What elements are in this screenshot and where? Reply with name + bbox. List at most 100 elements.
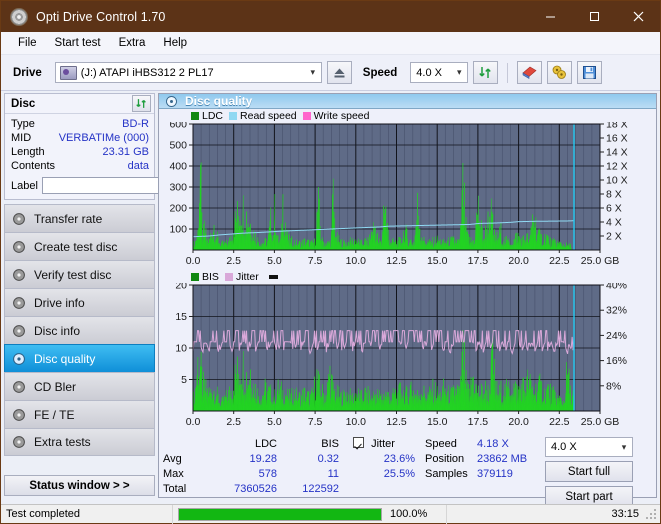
disc-icon xyxy=(12,435,26,449)
speed-select[interactable]: 4.0 X ▾ xyxy=(410,62,469,83)
sidebar-item-verify-test-disc[interactable]: Verify test disc xyxy=(4,260,155,288)
app-disc-icon xyxy=(10,7,28,26)
disc-row-key: MID xyxy=(11,132,32,144)
stats-header-ldc: LDC xyxy=(254,438,277,450)
svg-text:20.0: 20.0 xyxy=(508,416,529,428)
main-body: Disc Type BD-R MID VERBATIMe (000) Lengt… xyxy=(1,91,660,507)
svg-text:20: 20 xyxy=(175,283,187,292)
disc-label-row: Label xyxy=(11,176,245,195)
stats-col-ldc: LDC 19.28 578 7360526 xyxy=(209,437,277,507)
sidebar-item-disc-info[interactable]: Disc info xyxy=(4,316,155,344)
sidebar-item-drive-info[interactable]: Drive info xyxy=(4,288,155,316)
ldc-chart-container: LDC Read speed Write speed 100 200 300 400 5… xyxy=(159,109,656,270)
menu-item-extra[interactable]: Extra xyxy=(110,35,155,51)
disc-icon xyxy=(12,380,26,394)
save-button[interactable] xyxy=(577,61,603,84)
content-header: Disc quality xyxy=(159,94,656,109)
title-bar: Opti Drive Control 1.70 xyxy=(1,1,660,32)
field-value-speed: 4.18 X xyxy=(477,438,509,450)
disc-row-value: 23.31 GB xyxy=(102,146,149,158)
menu-item-file[interactable]: File xyxy=(9,35,46,51)
disc-row-mid: MID VERBATIMe (000) xyxy=(11,131,149,145)
disc-icon xyxy=(12,240,26,254)
sidebar: Disc Type BD-R MID VERBATIMe (000) Lengt… xyxy=(1,91,245,498)
sidebar-item-cd-bler[interactable]: CD Bler xyxy=(4,372,155,400)
disc-icon xyxy=(12,408,26,422)
maximize-button[interactable] xyxy=(572,1,616,32)
stats-col-jitter: Jitter 23.6% 25.5% xyxy=(353,437,415,507)
legend-label: LDC xyxy=(202,109,224,122)
bis-chart-container: BIS Jitter 5 10 15 20 8% 16% 24% 32% 40% 0.0 2.5 5.… xyxy=(159,270,656,431)
stats-ldc-max: 578 xyxy=(258,468,277,480)
stats-field-values: 4.18 X 23862 MB 379119 xyxy=(477,437,539,507)
disc-icon xyxy=(12,352,26,366)
sidebar-item-create-test-disc[interactable]: Create test disc xyxy=(4,232,155,260)
sidebar-item-extra-tests[interactable]: Extra tests xyxy=(4,428,155,456)
nav-list: Transfer rate Create test disc Verify te… xyxy=(4,204,155,456)
sidebar-item-label: Disc info xyxy=(34,323,81,338)
legend-swatch-icon xyxy=(224,272,233,281)
legend-entry-bis: BIS xyxy=(191,271,219,283)
menu-item-start-test[interactable]: Start test xyxy=(46,35,110,51)
legend-label: Read speed xyxy=(240,109,297,122)
refresh-button[interactable] xyxy=(473,61,499,84)
toolbar: Drive (J:) ATAPI iHBS312 2 PL17 ▾ Speed … xyxy=(1,55,660,91)
sidebar-item-label: CD Bler xyxy=(34,379,77,394)
disc-icon xyxy=(12,268,26,282)
menu-bar: File Start test Extra Help xyxy=(1,32,660,55)
svg-text:7.5: 7.5 xyxy=(308,255,323,267)
test-speed-value: 4.0 X xyxy=(551,441,577,453)
svg-text:12.5: 12.5 xyxy=(386,416,407,428)
disc-icon xyxy=(12,324,26,338)
status-progress-cell: 100.0% xyxy=(173,504,447,524)
erase-button[interactable] xyxy=(517,61,543,84)
field-value-position: 23862 MB xyxy=(477,453,528,465)
field-value-samples: 379119 xyxy=(477,468,513,480)
svg-text:10.0: 10.0 xyxy=(346,416,367,428)
sidebar-item-disc-quality[interactable]: Disc quality xyxy=(4,344,155,372)
status-elapsed: 33:15 xyxy=(447,505,644,524)
resize-grip-icon[interactable] xyxy=(644,507,658,521)
close-button[interactable] xyxy=(616,1,660,32)
svg-text:16 X: 16 X xyxy=(606,133,628,145)
menu-item-help[interactable]: Help xyxy=(154,35,196,51)
legend-label: BIS xyxy=(202,270,219,283)
chevron-down-icon: ▾ xyxy=(621,441,627,452)
sidebar-item-transfer-rate[interactable]: Transfer rate xyxy=(4,204,155,232)
legend-marker-icon xyxy=(268,274,278,279)
app-window: Opti Drive Control 1.70 File Start test … xyxy=(0,0,661,524)
sidebar-item-label: Create test disc xyxy=(34,239,118,254)
legend-label: Jitter xyxy=(235,270,259,283)
stats-header-bis: BIS xyxy=(321,438,339,450)
svg-text:5: 5 xyxy=(181,374,187,386)
page-title: Disc quality xyxy=(185,94,253,108)
stats-bis-max: 11 xyxy=(327,468,339,480)
svg-text:400: 400 xyxy=(169,161,187,173)
disc-row-type: Type BD-R xyxy=(11,117,149,131)
sidebar-item-label: FE / TE xyxy=(34,407,75,422)
start-full-button[interactable]: Start full xyxy=(545,461,633,482)
svg-text:20.0: 20.0 xyxy=(508,255,529,267)
disc-refresh-button[interactable] xyxy=(132,95,151,112)
minimize-button[interactable] xyxy=(528,1,572,32)
disc-tools-button[interactable] xyxy=(547,61,573,84)
progress-bar-fill xyxy=(179,508,381,520)
svg-text:200: 200 xyxy=(169,203,187,215)
drive-select[interactable]: (J:) ATAPI iHBS312 2 PL17 ▾ xyxy=(54,62,322,83)
field-label-speed: Speed xyxy=(425,438,457,450)
svg-text:2.5: 2.5 xyxy=(226,255,241,267)
progress-percent: 100.0% xyxy=(390,508,428,520)
test-speed-select[interactable]: 4.0 X ▾ xyxy=(545,437,633,457)
ldc-chart-svg: 100 200 300 400 500 600 2 X 4 X 6 X 8 X 10 X 12 X 14… xyxy=(169,122,628,267)
jitter-checkbox[interactable] xyxy=(353,437,364,448)
svg-text:15.0: 15.0 xyxy=(427,255,448,267)
disc-icon xyxy=(12,212,26,226)
disc-row-value: data xyxy=(127,160,149,172)
legend-entry-read-speed: Read speed xyxy=(229,110,297,122)
sidebar-item-fe-te[interactable]: FE / TE xyxy=(4,400,155,428)
status-window-button[interactable]: Status window > > xyxy=(4,475,155,496)
sidebar-item-label: Disc quality xyxy=(34,351,96,366)
disc-row-value: BD-R xyxy=(122,118,149,130)
legend-entry-write-speed: Write speed xyxy=(302,110,370,122)
eject-button[interactable] xyxy=(326,61,352,84)
